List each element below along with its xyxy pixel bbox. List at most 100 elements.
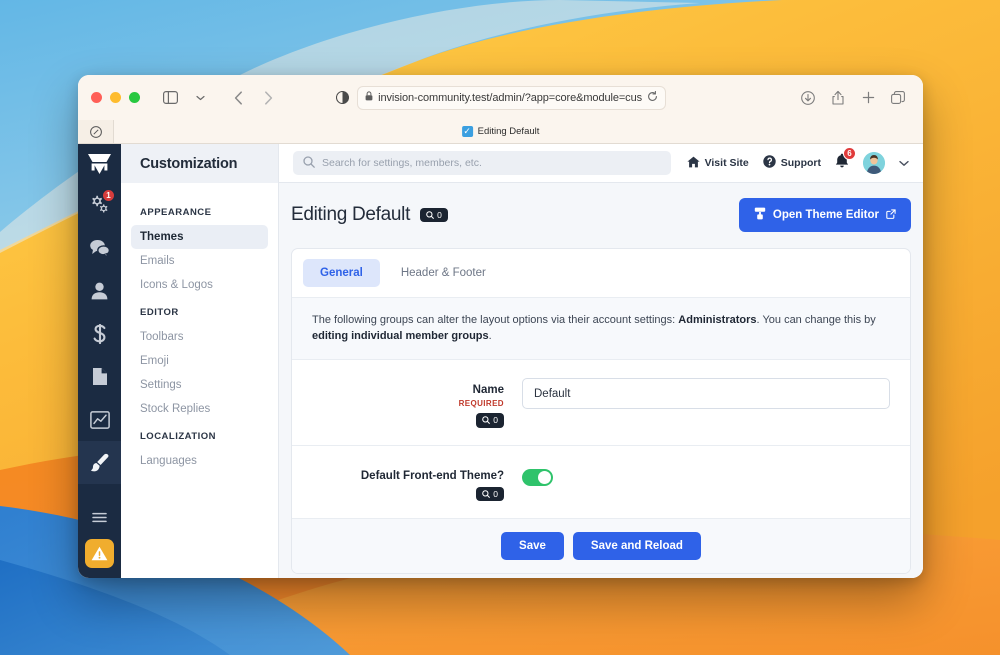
- url-text: invision-community.test/admin/?app=core&…: [378, 91, 642, 104]
- groups-notice: The following groups can alter the layou…: [292, 298, 910, 361]
- default-theme-field-wrap: [522, 463, 890, 486]
- name-required-tag: REQUIRED: [458, 399, 504, 409]
- browser-tabstrip: ✓ Editing Default: [78, 120, 923, 144]
- address-bar-container: invision-community.test/admin/?app=core&…: [335, 85, 666, 110]
- rail-item-settings[interactable]: 1: [78, 183, 121, 226]
- default-theme-toggle[interactable]: [522, 468, 553, 486]
- section-sidebar: Customization APPEARANCE Themes Emails I…: [121, 144, 279, 578]
- main-pane: Visit Site Support: [279, 144, 923, 578]
- visit-site-label: Visit Site: [704, 157, 749, 169]
- rail-menu-button[interactable]: [78, 496, 121, 539]
- rail-item-stats[interactable]: [78, 398, 121, 441]
- app-topbar: Visit Site Support: [279, 144, 923, 183]
- app-icon-rail: 1: [78, 144, 121, 578]
- browser-titlebar: invision-community.test/admin/?app=core&…: [78, 75, 923, 120]
- reader-view-icon[interactable]: [335, 86, 350, 110]
- reload-icon[interactable]: [647, 90, 658, 105]
- browser-tab-active[interactable]: ✓ Editing Default: [461, 120, 540, 143]
- tab-overview-icon[interactable]: [885, 86, 911, 110]
- page-content: Editing Default 0 Open Theme Editor Gene…: [279, 183, 923, 578]
- tab-sidebar-compass-icon[interactable]: [78, 120, 114, 143]
- visit-site-link[interactable]: Visit Site: [686, 156, 749, 171]
- paint-roller-icon: [754, 207, 766, 223]
- section-title: Customization: [121, 144, 278, 183]
- notice-group-name: Administrators: [678, 314, 757, 326]
- home-icon: [686, 156, 700, 171]
- search-box[interactable]: [293, 151, 671, 175]
- rail-item-pages[interactable]: [78, 355, 121, 398]
- share-icon[interactable]: [825, 86, 851, 110]
- toggle-knob: [538, 470, 551, 484]
- external-link-icon: [886, 208, 896, 222]
- zoom-window-button[interactable]: [129, 92, 140, 103]
- sidebar-item-emails[interactable]: Emails: [131, 249, 268, 273]
- browser-toolbar-right: [795, 86, 911, 110]
- settings-card: General Header & Footer The following gr…: [291, 248, 911, 575]
- window-traffic-lights: [91, 92, 140, 103]
- sidebar-item-themes[interactable]: Themes: [131, 225, 268, 249]
- page-header: Editing Default 0 Open Theme Editor: [291, 198, 911, 248]
- name-field-wrap: [522, 377, 890, 410]
- default-theme-keyword-badge[interactable]: 0: [476, 486, 504, 502]
- rail-item-members[interactable]: [78, 269, 121, 312]
- sidebar-item-languages[interactable]: Languages: [131, 449, 268, 473]
- notice-part1: The following groups can alter the layou…: [312, 314, 676, 326]
- browser-window: invision-community.test/admin/?app=core&…: [78, 75, 923, 578]
- new-tab-icon[interactable]: [855, 86, 881, 110]
- rail-item-commerce[interactable]: [78, 312, 121, 355]
- card-tabs: General Header & Footer: [292, 249, 910, 298]
- support-label: Support: [780, 157, 821, 169]
- account-chevron-down-icon[interactable]: [899, 154, 909, 172]
- sidebar-item-icons-logos[interactable]: Icons & Logos: [131, 273, 268, 297]
- default-theme-badge-count: 0: [493, 488, 498, 499]
- rail-item-community[interactable]: [78, 226, 121, 269]
- open-theme-editor-button[interactable]: Open Theme Editor: [738, 198, 911, 232]
- open-theme-editor-label: Open Theme Editor: [772, 209, 879, 221]
- search-input[interactable]: [322, 157, 661, 169]
- avatar[interactable]: [863, 152, 885, 174]
- page-title-keyword-badge[interactable]: 0: [420, 207, 448, 223]
- notification-count-badge: 6: [843, 147, 856, 160]
- name-badge-count: 0: [493, 415, 498, 426]
- tab-title: Editing Default: [477, 126, 540, 137]
- form-row-default-theme: Default Front-end Theme? 0: [292, 446, 910, 520]
- notice-part2: . You can change this by: [756, 314, 876, 326]
- default-theme-label: Default Front-end Theme?: [360, 469, 504, 482]
- search-icon: [482, 416, 491, 425]
- close-window-button[interactable]: [91, 92, 102, 103]
- forward-button-icon[interactable]: [255, 86, 281, 110]
- downloads-icon[interactable]: [795, 86, 821, 110]
- page-title-badge-count: 0: [437, 209, 442, 220]
- minimize-window-button[interactable]: [110, 92, 121, 103]
- card-footer: Save Save and Reload: [292, 519, 910, 574]
- notifications-button[interactable]: 6: [835, 147, 856, 173]
- admin-app: 1 Customization APPEARANCE Themes Emails…: [78, 144, 923, 578]
- sidebar-item-settings[interactable]: Settings: [131, 373, 268, 397]
- support-link[interactable]: Support: [763, 155, 821, 171]
- name-label-group: Name REQUIRED 0: [312, 377, 522, 428]
- sidebar-item-stock-replies[interactable]: Stock Replies: [131, 397, 268, 421]
- back-button-icon[interactable]: [225, 86, 251, 110]
- sidebar-dropdown-chevron-icon[interactable]: [187, 86, 213, 110]
- sidebar-toggle-icon[interactable]: [157, 86, 183, 110]
- save-button[interactable]: Save: [501, 532, 564, 561]
- topbar-right-group: Visit Site Support 6: [686, 147, 909, 174]
- sidebar-item-toolbars[interactable]: Toolbars: [131, 325, 268, 349]
- invision-community-logo[interactable]: [78, 144, 121, 183]
- search-icon: [426, 211, 434, 219]
- tab-header-footer[interactable]: Header & Footer: [384, 259, 503, 287]
- default-theme-label-group: Default Front-end Theme? 0: [312, 463, 522, 502]
- lock-icon: [365, 91, 373, 104]
- page-title: Editing Default: [291, 204, 411, 225]
- search-icon: [482, 490, 491, 498]
- name-input[interactable]: [522, 378, 890, 410]
- notice-link[interactable]: editing individual member groups: [312, 330, 489, 342]
- url-bar[interactable]: invision-community.test/admin/?app=core&…: [357, 85, 666, 110]
- sidebar-item-emoji[interactable]: Emoji: [131, 349, 268, 373]
- rail-item-customization[interactable]: [78, 441, 121, 484]
- tab-general[interactable]: General: [303, 259, 380, 287]
- sidebar-group-appearance-label: APPEARANCE: [140, 207, 212, 218]
- name-keyword-badge[interactable]: 0: [476, 413, 504, 428]
- warning-triangle-icon[interactable]: [85, 539, 114, 568]
- save-and-reload-button[interactable]: Save and Reload: [572, 532, 701, 561]
